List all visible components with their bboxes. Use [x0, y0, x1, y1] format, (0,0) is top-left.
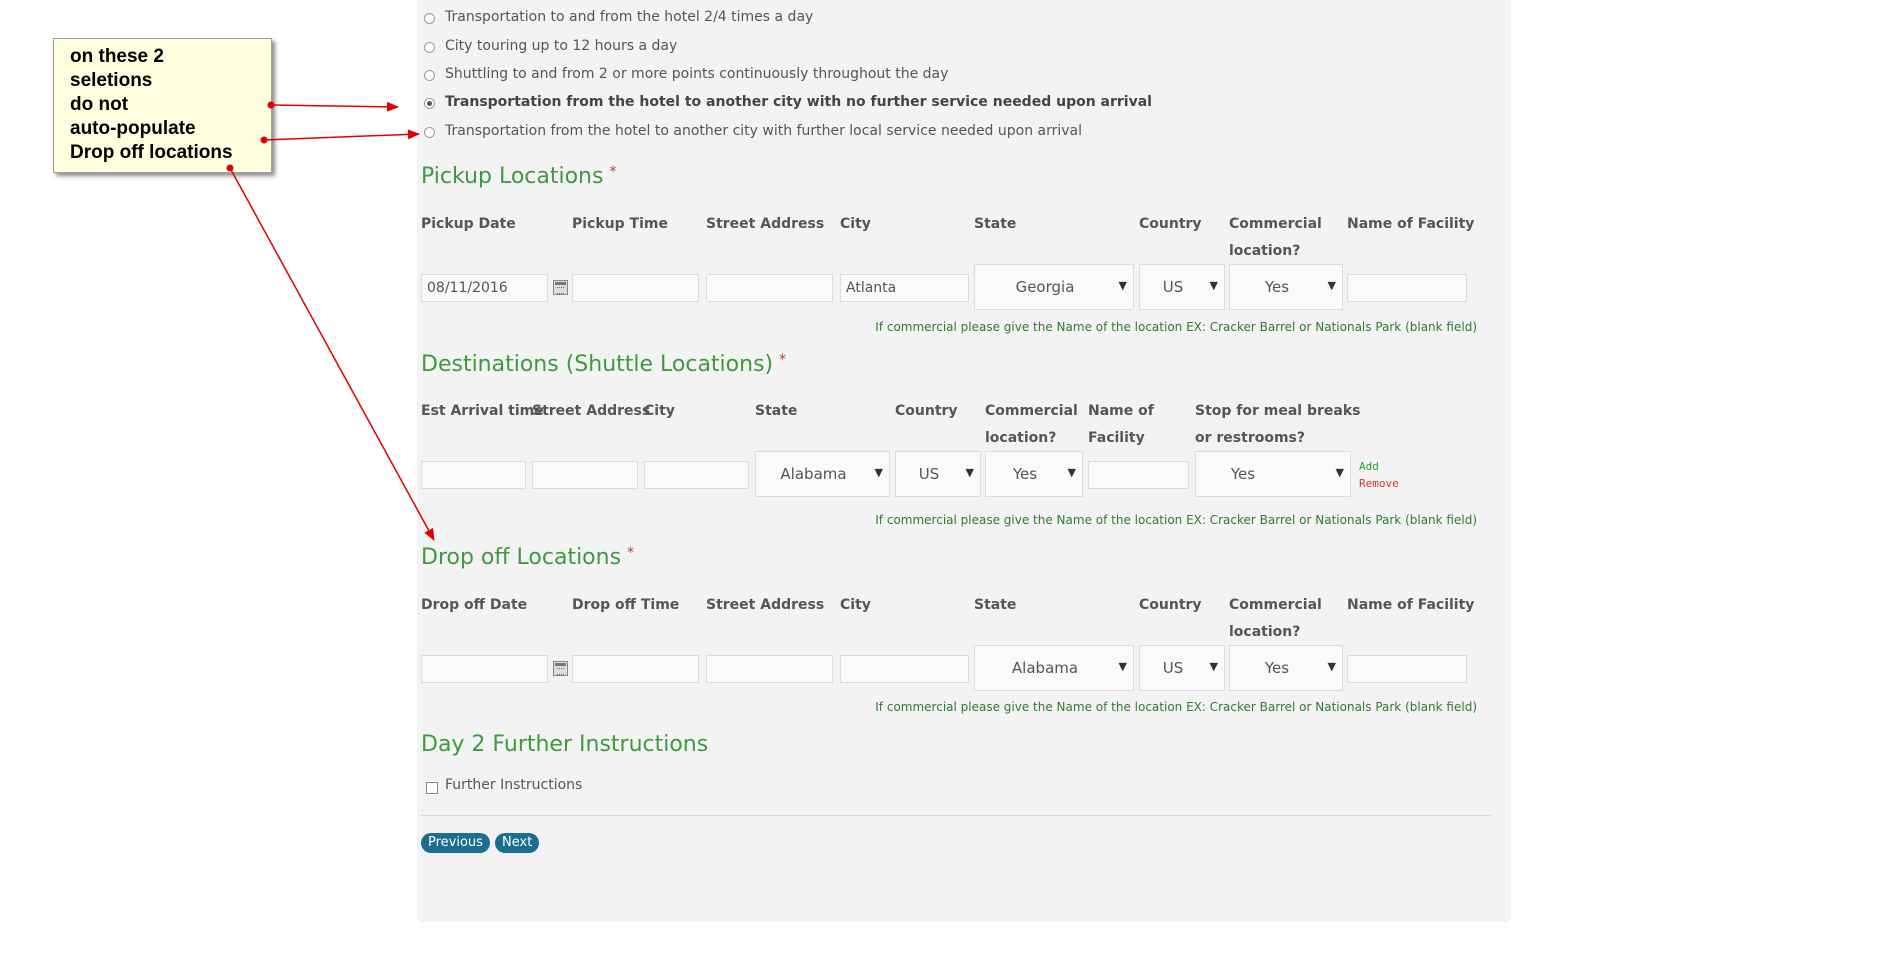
arrow-3 — [226, 164, 435, 541]
arrow-2 — [260, 129, 420, 144]
annotation-arrows — [226, 101, 435, 541]
arrow-1 — [267, 101, 399, 112]
